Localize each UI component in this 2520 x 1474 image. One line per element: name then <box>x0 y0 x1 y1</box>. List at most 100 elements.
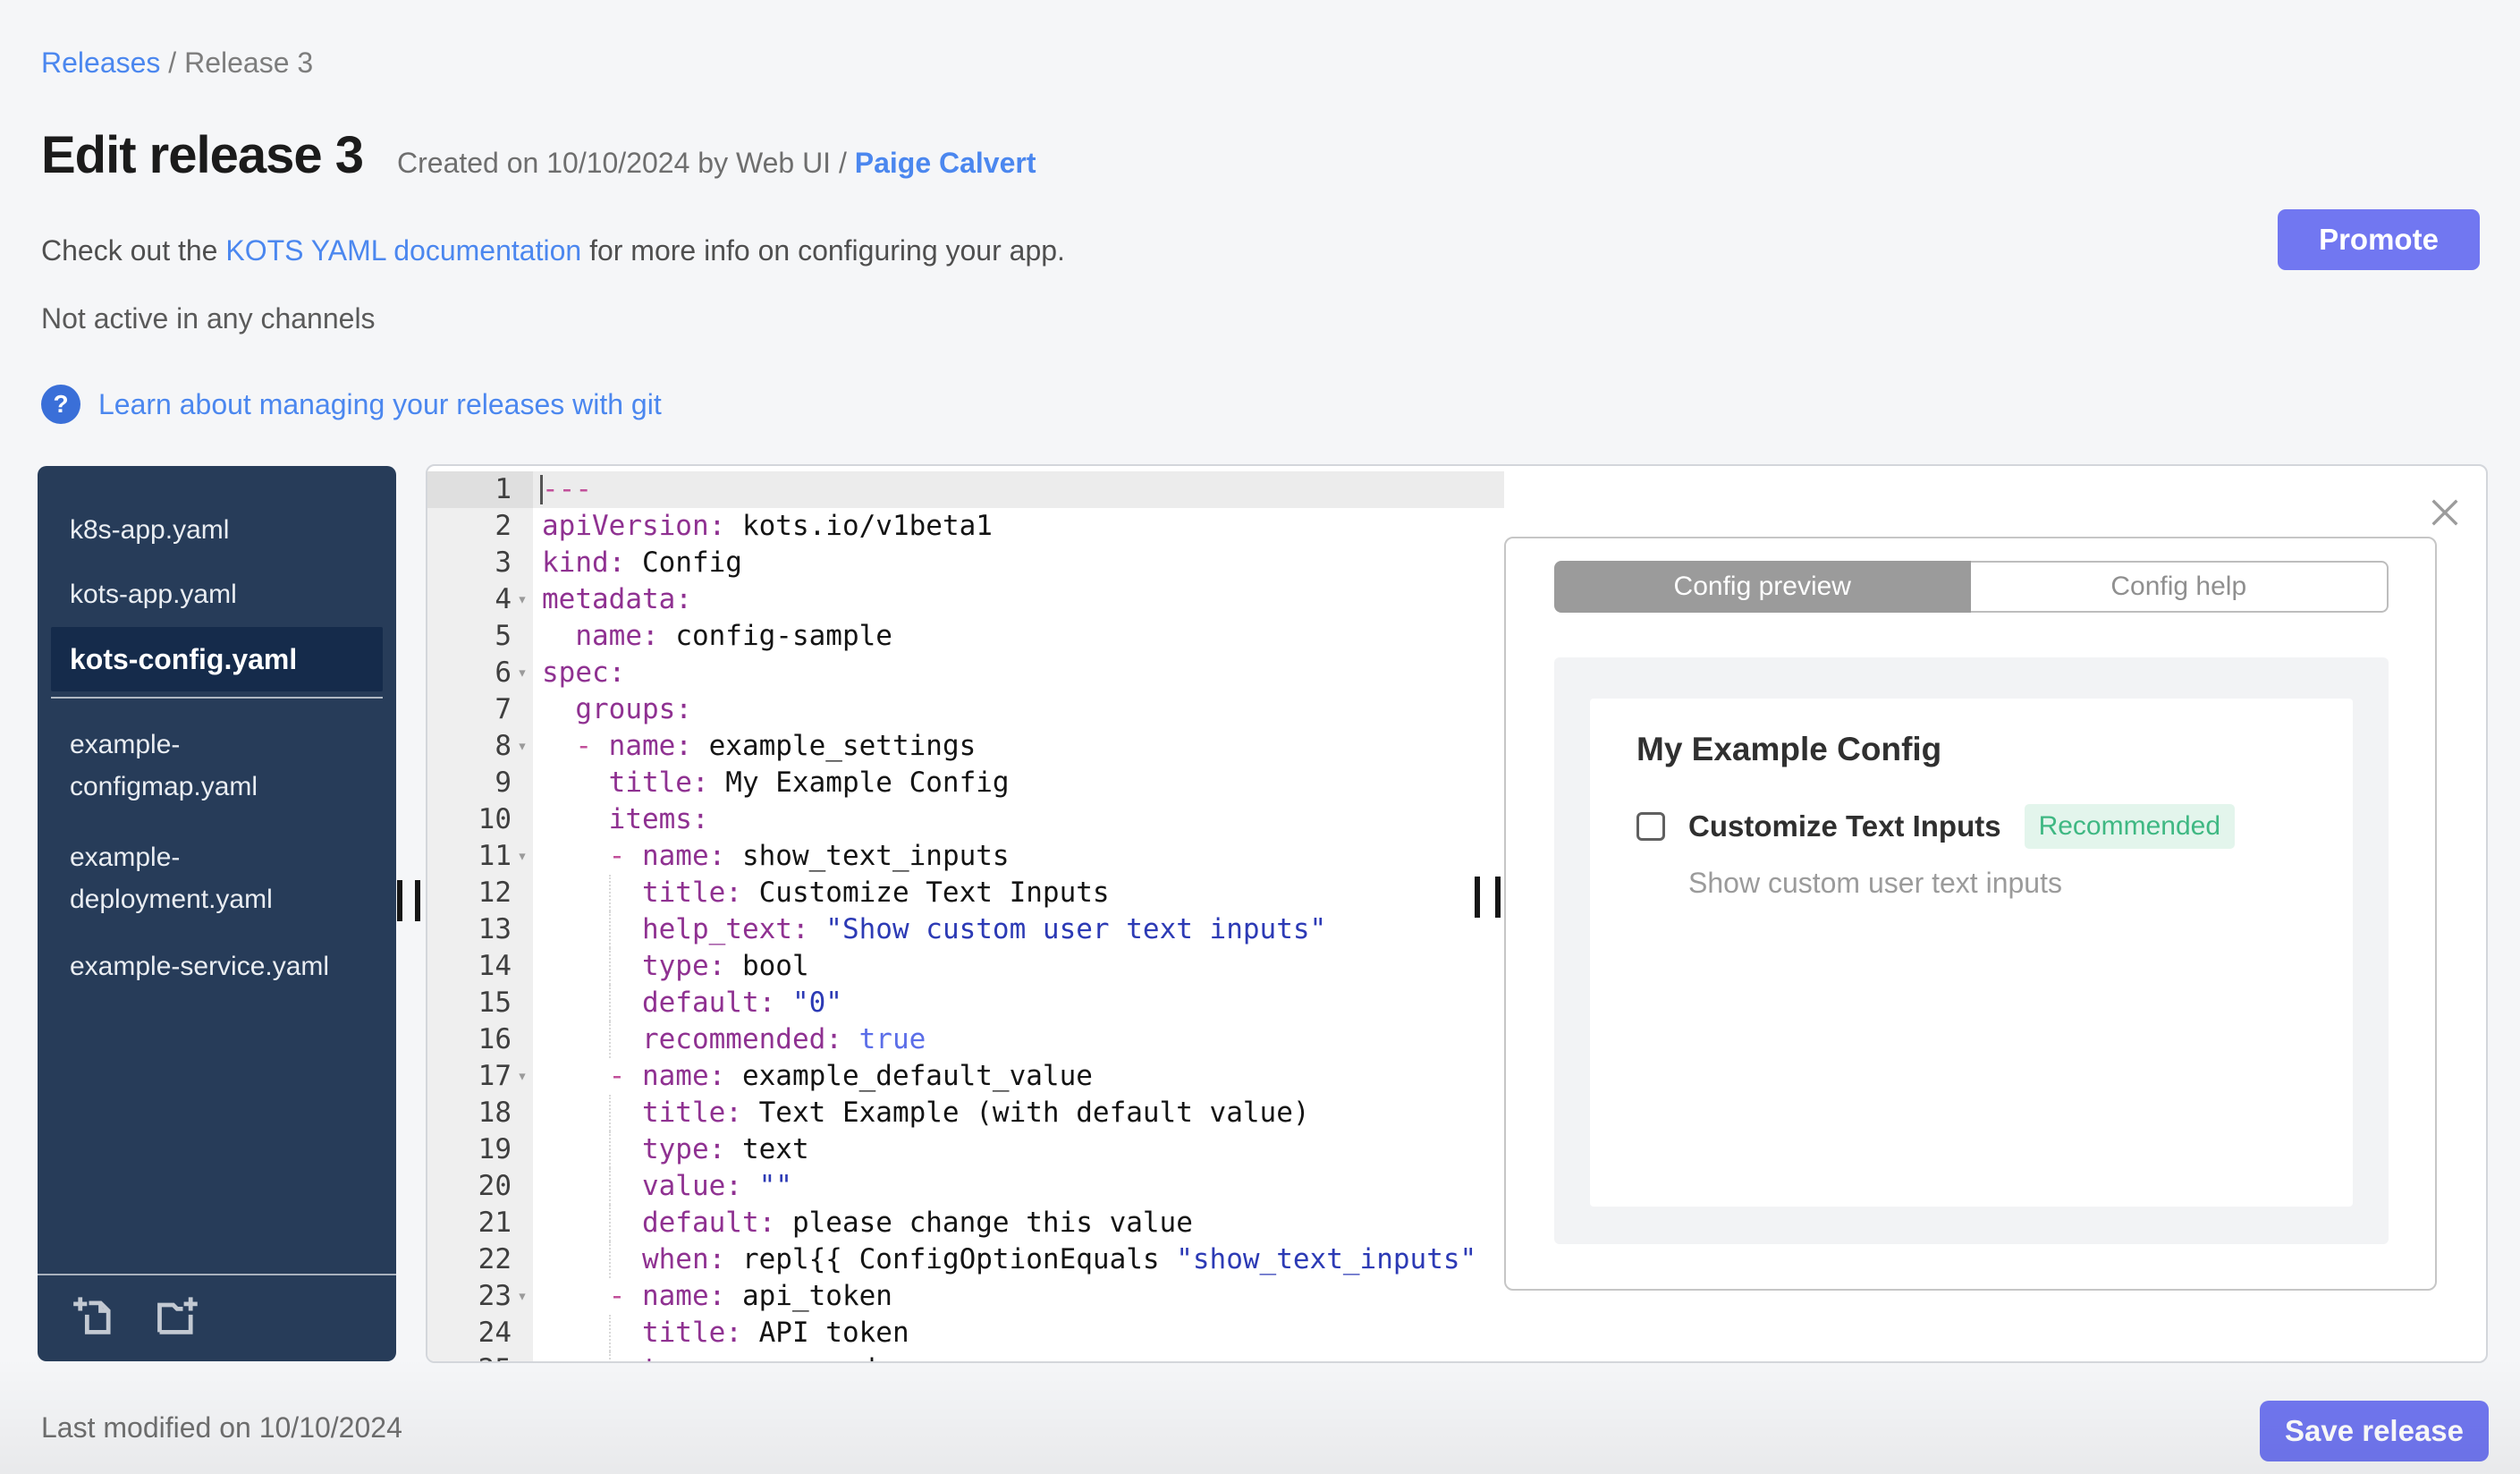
config-preview-body: My Example Config Customize Text Inputs … <box>1554 657 2389 1244</box>
last-modified-text: Last modified on 10/10/2024 <box>41 1411 402 1444</box>
preview-resize-handle[interactable] <box>1495 877 1501 918</box>
sidebar-resize-handle[interactable] <box>397 880 402 921</box>
gutter-line-10: 10 <box>427 801 533 838</box>
new-folder-icon[interactable] <box>154 1293 200 1340</box>
code-line-23: 23 ▾ - name: api_token <box>427 1278 1504 1315</box>
code-text[interactable]: type: password <box>533 1351 1504 1361</box>
text-cursor <box>540 475 543 504</box>
code-line-17: 17 ▾ - name: example_default_value <box>427 1058 1504 1095</box>
code-text[interactable]: metadata: <box>533 581 1504 618</box>
gutter-line-24: 24 <box>427 1315 533 1351</box>
file-item-kots-app.yaml[interactable]: kots-app.yaml <box>38 563 396 627</box>
code-text[interactable]: default: please change this value <box>533 1205 1504 1241</box>
line-number: 1 <box>495 473 512 505</box>
code-text[interactable]: - name: show_text_inputs <box>533 838 1504 875</box>
code-line-5: 5 name: config-sample <box>427 618 1504 655</box>
sidebar-resize-handle[interactable] <box>415 880 420 921</box>
line-number: 6 <box>495 657 512 689</box>
code-text[interactable]: recommended: true <box>533 1021 1504 1058</box>
title-row: Edit release 3 Created on 10/10/2024 by … <box>41 125 1036 185</box>
tab-config-help[interactable]: Config help <box>1970 561 2389 613</box>
code-text[interactable]: - name: example_default_value <box>533 1058 1504 1095</box>
code-text[interactable]: - name: api_token <box>533 1278 1504 1315</box>
file-item-example-configmap.yaml[interactable]: example-configmap.yaml <box>38 709 396 822</box>
fold-arrow-icon[interactable]: ▾ <box>512 1278 533 1315</box>
code-text[interactable]: type: text <box>533 1131 1504 1168</box>
fold-arrow-icon[interactable]: ▾ <box>512 1058 533 1095</box>
breadcrumb-current: Release 3 <box>184 47 314 79</box>
file-item-k8s-app.yaml[interactable]: k8s-app.yaml <box>38 498 396 563</box>
file-item-kots-config.yaml[interactable]: kots-config.yaml <box>51 627 383 691</box>
config-panel-tabs: Config preview Config help <box>1554 561 2389 613</box>
gutter-line-14: 14 <box>427 948 533 985</box>
yaml-code-editor[interactable]: 1 --- 2 apiVersion: kots.io/v1beta1 3 kind: C… <box>427 466 1504 1361</box>
line-number: 21 <box>478 1207 512 1239</box>
created-text: Created on 10/10/2024 by Web UI / <box>397 147 855 179</box>
breadcrumb-releases-link[interactable]: Releases <box>41 47 160 79</box>
line-number: 25 <box>427 1351 512 1361</box>
gutter-line-5: 5 <box>427 618 533 655</box>
save-release-button[interactable]: Save release <box>2260 1401 2489 1461</box>
code-text[interactable]: items: <box>533 801 1504 838</box>
question-mark-icon: ? <box>41 385 80 424</box>
config-item-row: Customize Text Inputs Recommended <box>1636 804 2236 849</box>
line-number: 13 <box>478 913 512 945</box>
gutter-line-20: 20 <box>427 1168 533 1205</box>
page-title: Edit release 3 <box>41 126 364 184</box>
line-number: 2 <box>495 510 512 542</box>
file-item-example-deployment.yaml[interactable]: example-deployment.yaml <box>38 822 396 935</box>
file-item-example-service.yaml[interactable]: example-service.yaml <box>38 935 396 999</box>
line-number: 8 <box>495 730 512 762</box>
code-text[interactable]: title: My Example Config <box>533 765 1504 801</box>
code-text[interactable]: help_text: "Show custom user text inputs… <box>533 911 1504 948</box>
line-number: 14 <box>478 950 512 982</box>
code-line-22: 22 when: repl{{ ConfigOptionEquals "show… <box>427 1241 1504 1278</box>
customize-text-inputs-checkbox[interactable] <box>1636 812 1665 841</box>
git-releases-link[interactable]: Learn about managing your releases with … <box>98 388 662 421</box>
gutter-line-7: 7 <box>427 691 533 728</box>
fold-arrow-icon[interactable]: ▾ <box>512 838 533 875</box>
created-by-link[interactable]: Paige Calvert <box>855 147 1036 179</box>
promote-button[interactable]: Promote <box>2278 209 2480 270</box>
docs-note-suffix: for more info on configuring your app. <box>581 234 1065 267</box>
config-preview-card: My Example Config Customize Text Inputs … <box>1590 699 2353 1207</box>
tab-config-preview[interactable]: Config preview <box>1554 561 1971 613</box>
line-number: 5 <box>495 620 512 652</box>
fold-arrow-icon[interactable]: ▾ <box>512 581 533 618</box>
new-file-icon[interactable] <box>72 1293 118 1340</box>
fold-arrow-icon[interactable]: ▾ <box>512 728 533 765</box>
file-list: k8s-app.yaml kots-app.yaml kots-config.yam… <box>38 466 396 999</box>
line-number: 4 <box>495 583 512 615</box>
code-text[interactable]: - name: example_settings <box>533 728 1504 765</box>
code-text[interactable]: when: repl{{ ConfigOptionEquals "show_te… <box>533 1241 1504 1278</box>
code-text[interactable]: --- <box>533 471 1504 508</box>
line-number: 23 <box>478 1280 512 1312</box>
code-text[interactable]: groups: <box>533 691 1504 728</box>
gutter-line-19: 19 <box>427 1131 533 1168</box>
editor-preview-card: 1 --- 2 apiVersion: kots.io/v1beta1 3 kind: C… <box>426 464 2488 1363</box>
code-text[interactable]: default: "0" <box>533 985 1504 1021</box>
code-line-7: 7 groups: <box>427 691 1504 728</box>
code-text[interactable]: kind: Config <box>533 545 1504 581</box>
code-text[interactable]: title: Customize Text Inputs <box>533 875 1504 911</box>
fold-arrow-icon[interactable]: ▾ <box>512 655 533 691</box>
code-text[interactable]: spec: <box>533 655 1504 691</box>
code-text[interactable]: title: Text Example (with default value) <box>533 1095 1504 1131</box>
close-icon[interactable] <box>2427 495 2463 530</box>
code-text[interactable]: title: API token <box>533 1315 1504 1351</box>
code-line-24: 24 title: API token <box>427 1315 1504 1351</box>
preview-resize-handle[interactable] <box>1475 877 1480 918</box>
code-text[interactable]: value: "" <box>533 1168 1504 1205</box>
code-text[interactable]: type: bool <box>533 948 1504 985</box>
code-text[interactable]: apiVersion: kots.io/v1beta1 <box>533 508 1504 545</box>
gutter-line-25: 25 <box>427 1351 533 1361</box>
kots-yaml-docs-link[interactable]: KOTS YAML documentation <box>225 234 581 267</box>
line-number: 24 <box>478 1317 512 1349</box>
code-text[interactable]: name: config-sample <box>533 618 1504 655</box>
line-number: 10 <box>478 803 512 835</box>
